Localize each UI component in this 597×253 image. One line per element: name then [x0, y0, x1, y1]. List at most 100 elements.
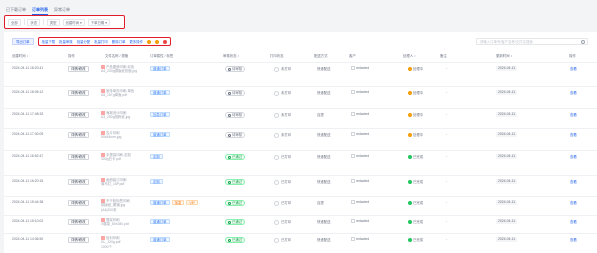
review-status-text: 已通过 — [232, 237, 243, 242]
edit-button[interactable]: 详情/修改 — [68, 200, 89, 206]
tag-list: 普通订单 — [150, 132, 172, 137]
col-file: 文件名称 / 规格 — [105, 54, 129, 58]
tab-2[interactable]: 异常订单 — [54, 6, 70, 14]
table-row[interactable]: 2024-04-11 17:30:09 详情/修改 名片印刷 90x54mm.jpg 普… — [4, 128, 597, 150]
search-input[interactable]: 请输入订单号/客户名称/文件名搜索 — [476, 38, 588, 45]
file-name[interactable]: 名片印刷 90x54mm.jpg — [101, 131, 121, 140]
order-tag: 普通订单 — [150, 237, 170, 242]
col-updated[interactable]: 更新时间 ↕ — [496, 53, 512, 58]
table-row[interactable]: 2024-04-11 18:20:41 详情/修改 产品图册印刷-彩色 A4_200g… — [4, 62, 597, 86]
bulk-review-button[interactable]: 批量审核 — [59, 39, 73, 44]
view-link[interactable]: 查看 — [570, 179, 577, 184]
col-created[interactable]: 创建时间 ↕ — [12, 53, 28, 58]
updated-time: 2024-04-11 — [496, 200, 518, 205]
status-icon — [228, 220, 231, 224]
view-link[interactable]: 查看 — [570, 132, 577, 137]
tab-1[interactable]: 订单列表 — [32, 6, 48, 15]
print-status: 未打印 — [274, 112, 291, 118]
col-review[interactable]: 审核状态 ↕ — [223, 53, 239, 58]
updated-time: 2024-04-11 — [496, 90, 518, 95]
alert-icon[interactable] — [162, 39, 167, 44]
table-row[interactable]: 2024-04-11 17:48:33 详情/修改 海报设计印刷 A3_250g哑粉纸… — [4, 108, 597, 128]
col-note: 备注 — [440, 54, 447, 58]
print-status-icon — [274, 132, 279, 138]
table-row[interactable]: 2024-04-11 16:52:47 详情/修改 手提袋印刷-定制 300g白卡.p… — [4, 150, 597, 175]
handler-avatar-icon — [408, 91, 412, 96]
note: - — [446, 132, 448, 136]
filter-type[interactable]: 类型 — [46, 18, 60, 26]
file-line: 90x54mm.jpg — [101, 135, 122, 140]
handler: 处理中 — [408, 90, 423, 96]
edit-button[interactable]: 详情/修改 — [68, 66, 89, 72]
view-link[interactable]: 查看 — [570, 237, 577, 242]
order-tag: 普通订单 — [150, 66, 170, 71]
view-link[interactable]: 查看 — [570, 90, 577, 95]
file-name[interactable]: 展架印刷 X展架_80x180.pdf — [101, 218, 129, 227]
handler: 处理中 — [408, 112, 423, 118]
edit-button[interactable]: 详情/修改 — [68, 132, 89, 138]
updated-time: 2024-04-11 — [496, 179, 518, 184]
tab-0[interactable]: 已下载订单 — [6, 6, 26, 14]
view-link[interactable]: 查看 — [570, 219, 577, 224]
table-header: 创建时间 ↕ 操作 文件名称 / 规格 订单属性 / 标签 审核状态 ↕ 打印状… — [12, 53, 592, 60]
view-link[interactable]: 查看 — [570, 200, 577, 205]
file-name[interactable]: 宣传单页印刷-单色 A5_157g单面.pdf — [101, 89, 134, 98]
file-name[interactable]: 画册装订印刷 骑马钉_16P.pdf — [101, 178, 126, 187]
filter-order-date[interactable]: 下单日期 ▾ — [87, 18, 110, 26]
edit-button[interactable]: 详情/修改 — [68, 179, 89, 185]
table-row[interactable]: 2024-04-11 16:20:15 详情/修改 画册装订印刷 骑马钉_16P.pd… — [4, 175, 597, 196]
view-link[interactable]: 查看 — [570, 66, 577, 71]
status-icon — [228, 155, 231, 159]
note: - — [446, 219, 448, 223]
view-link[interactable]: 查看 — [570, 154, 577, 159]
ship-method: 自提 — [317, 113, 324, 117]
file-name[interactable]: 海报设计印刷 A3_250g哑粉纸.jpg — [101, 111, 130, 120]
view-link[interactable]: 查看 — [570, 112, 577, 117]
ship-method: 快递配送 — [317, 155, 331, 159]
more-actions-button[interactable]: 更多操作 — [129, 39, 143, 44]
table-row[interactable]: 2024-04-11 15:10:02 详情/修改 展架印刷 X展架_80x180.p… — [4, 215, 597, 233]
edit-button[interactable]: 详情/修改 — [68, 219, 89, 225]
order-tag: 普通订单 — [150, 132, 170, 137]
table-row[interactable]: 2024-04-11 14:36:50 详情/修改 信封印刷 DL_120g.pdf 1… — [4, 233, 597, 253]
customer-icon — [351, 154, 355, 159]
file-name[interactable]: 手提袋印刷-定制 300g白卡.pdf — [101, 153, 131, 162]
action-bar: 导出订单 批量下载 批量审核 批量分配 批量打印 删除订单 更多操作 — [12, 37, 171, 46]
handler-name: 已完成 — [413, 201, 424, 205]
order-tag: 定制 — [150, 154, 163, 159]
order-tag: VIP — [186, 200, 198, 205]
file-name[interactable]: 不干胶标签印刷 铜版纸_覆膜.jpg (A4)200张 — [101, 199, 130, 212]
edit-button[interactable]: 详情/修改 — [68, 112, 89, 118]
col-ship: 配送方式 — [314, 54, 328, 58]
bulk-download-button[interactable]: 批量下载 — [42, 39, 56, 44]
filter-status[interactable]: 状态 — [27, 18, 41, 26]
customer-name: redacted — [356, 179, 370, 183]
warning-icon[interactable] — [146, 39, 151, 44]
col-tags: 订单属性 / 标签 — [150, 54, 174, 58]
export-button[interactable]: 导出订单 — [12, 38, 34, 45]
review-status-text: 待审核 — [232, 132, 243, 137]
edit-button[interactable]: 详情/修改 — [68, 237, 89, 243]
filter-created-date[interactable]: 创建时间 ▾ — [62, 18, 85, 26]
filter-toolbar: 全部 状态 类型 创建时间 ▾ 下单日期 ▾ — [4, 15, 125, 29]
filter-all[interactable]: 全部 — [8, 18, 21, 26]
file-name[interactable]: 产品图册印刷-彩色 A4_200g铜版纸双面.jpg — [101, 65, 137, 74]
created-time: 2024-04-11 18:05:12 — [12, 90, 44, 94]
updated-time: 2024-04-11 — [496, 112, 518, 117]
star-icon[interactable] — [154, 39, 159, 44]
bulk-print-button[interactable]: 批量打印 — [94, 39, 108, 44]
table-row[interactable]: 2024-04-11 18:05:12 详情/修改 宣传单页印刷-单色 A5_157g… — [4, 86, 597, 108]
bulk-assign-button[interactable]: 批量分配 — [77, 39, 91, 44]
handler-avatar-icon — [408, 180, 412, 185]
table-row[interactable]: 2024-04-11 15:44:38 详情/修改 不干胶标签印刷 铜版纸_覆膜.jp… — [4, 196, 597, 215]
edit-button[interactable]: 详情/修改 — [68, 154, 89, 160]
delete-order-button[interactable]: 删除订单 — [112, 39, 126, 44]
customer-icon — [351, 112, 355, 117]
col-handler[interactable]: 处理人 ↕ — [403, 53, 416, 58]
print-status: 未打印 — [274, 66, 291, 72]
order-tag: 普通订单 — [150, 90, 170, 95]
note: - — [446, 112, 448, 116]
handler-avatar-icon — [408, 155, 412, 160]
file-name[interactable]: 信封印刷 DL_120g.pdf 1000个 — [101, 236, 120, 249]
edit-button[interactable]: 详情/修改 — [68, 90, 89, 96]
